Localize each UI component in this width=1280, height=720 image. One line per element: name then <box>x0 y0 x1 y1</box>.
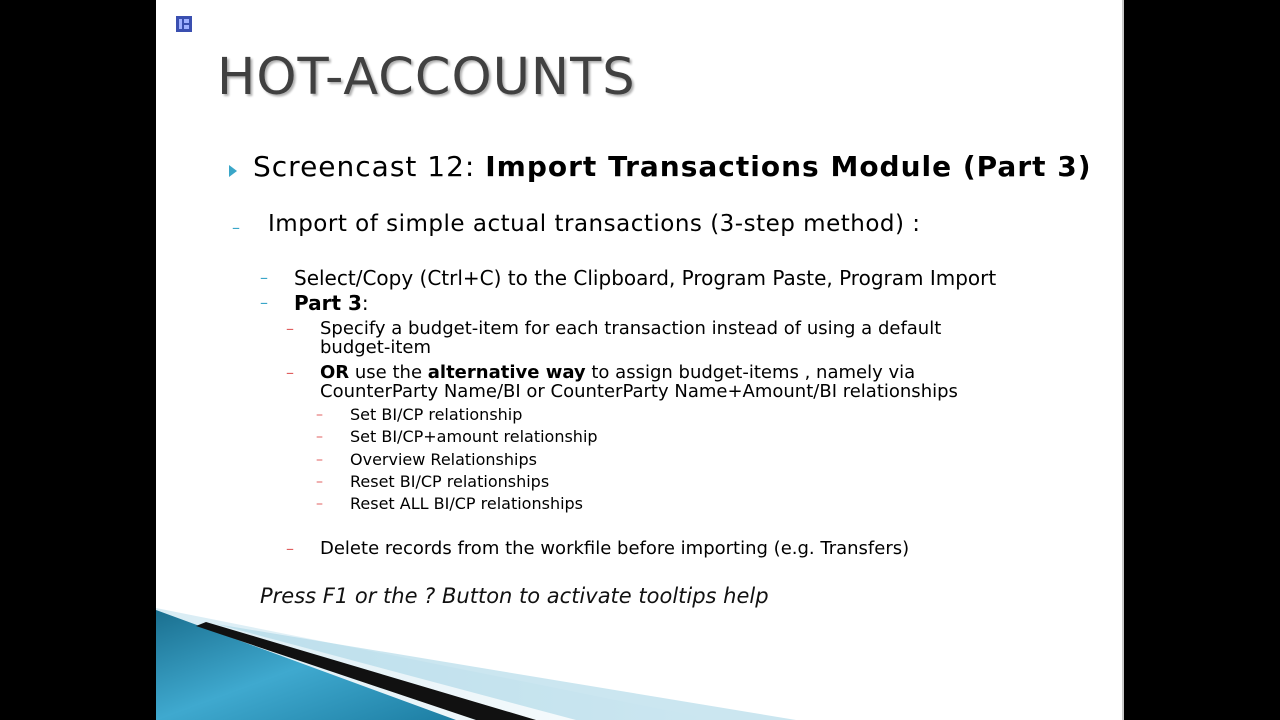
sub-item: Set BI/CP+amount relationship <box>350 427 598 446</box>
dash-bullet-icon: – <box>286 363 294 382</box>
step-line: Select/Copy (Ctrl+C) to the Clipboard, P… <box>294 266 997 290</box>
dash-bullet-icon: – <box>316 496 323 512</box>
slide-title: HOT-ACCOUNTS <box>217 48 636 107</box>
item2-bold: alternative way <box>427 362 586 383</box>
part-label: Part 3 <box>294 291 362 315</box>
item1-line2: budget-item <box>320 337 431 358</box>
triangle-bullet-icon <box>229 165 237 177</box>
heading-bold: Import Transactions Module (Part 3) <box>485 150 1092 183</box>
item1-line1: Specify a budget-item for each transacti… <box>320 318 942 339</box>
dash-bullet-icon: – <box>232 218 240 237</box>
subheading: Import of simple actual transactions (3-… <box>268 211 921 237</box>
item2-line2: CounterParty Name/BI or CounterParty Nam… <box>320 381 958 402</box>
sub-item: Reset BI/CP relationships <box>350 472 550 491</box>
dash-bullet-icon: – <box>260 293 268 312</box>
item2-mid: use the <box>349 362 428 383</box>
part-label-line: Part 3: <box>294 291 369 315</box>
item2-rest: to assign budget-items , namely via <box>585 362 916 383</box>
dash-bullet-icon: – <box>316 407 323 423</box>
slide-icon <box>176 16 192 32</box>
heading-prefix: Screencast 12: <box>253 150 486 183</box>
slide-decoration <box>156 608 796 720</box>
item3: Delete records from the workfile before … <box>320 538 910 559</box>
part-colon: : <box>361 291 369 315</box>
slide: HOT-ACCOUNTS Screencast 12: Import Trans… <box>156 0 1124 720</box>
dash-bullet-icon: – <box>286 539 294 558</box>
dash-bullet-icon: – <box>316 452 323 468</box>
sub-item: Reset ALL BI/CP relationships <box>350 494 584 513</box>
dash-bullet-icon: – <box>286 319 294 338</box>
sub-item: Overview Relationships <box>350 450 537 469</box>
dash-bullet-icon: – <box>260 268 268 287</box>
item2-line1: OR use the alternative way to assign bud… <box>320 362 915 383</box>
item2-or: OR <box>320 362 350 383</box>
slide-heading: Screencast 12: Import Transactions Modul… <box>253 150 1092 183</box>
sub-item: Set BI/CP relationship <box>350 405 523 424</box>
dash-bullet-icon: – <box>316 429 323 445</box>
dash-bullet-icon: – <box>316 474 323 490</box>
